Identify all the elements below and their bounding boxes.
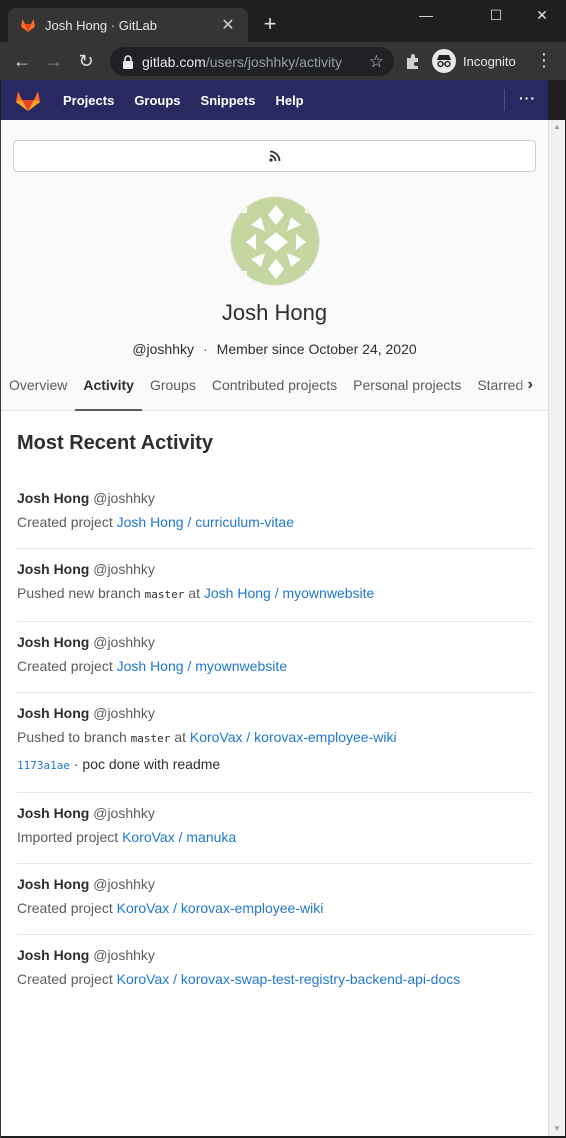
activity-event: Josh Hong @joshhky Created project KoroV… xyxy=(17,864,532,935)
page-content: Josh Hong @joshhky · Member since October … xyxy=(1,120,548,1136)
bookmark-star-icon[interactable]: ☆ xyxy=(369,52,384,72)
incognito-icon xyxy=(432,49,456,73)
profile-name: Josh Hong xyxy=(221,300,328,325)
activity-event: Josh Hong @joshhky Created project KoroV… xyxy=(17,935,532,1005)
event-author: Josh Hong @joshhky xyxy=(17,632,532,652)
project-link[interactable]: KoroVax / korovax-employee-wiki xyxy=(190,729,397,745)
browser-tab[interactable]: Josh Hong · GitLab ✕ xyxy=(8,8,248,42)
rss-icon xyxy=(268,150,280,162)
nav-projects[interactable]: Projects xyxy=(63,93,114,108)
new-tab-button[interactable]: + xyxy=(258,12,282,36)
project-link[interactable]: KoroVax / korovax-employee-wiki xyxy=(117,900,324,916)
event-author: Josh Hong @joshhky xyxy=(17,703,532,723)
gitlab-favicon-icon xyxy=(20,17,36,33)
event-author: Josh Hong @joshhky xyxy=(17,803,532,823)
member-since: Member since October 24, 2020 xyxy=(216,341,417,357)
scroll-up-icon[interactable]: ▲ xyxy=(553,122,561,131)
avatar xyxy=(230,196,320,286)
profile-header: Josh Hong @joshhky · Member since October … xyxy=(1,120,548,411)
extensions-icon[interactable] xyxy=(402,50,424,72)
close-tab-icon[interactable]: ✕ xyxy=(218,15,238,35)
gitlab-logo-icon[interactable] xyxy=(15,88,41,112)
commit-message: · poc done with readme xyxy=(73,756,221,772)
project-link[interactable]: KoroVax / korovax-swap-test-registry-bac… xyxy=(117,971,461,987)
activity-heading: Most Recent Activity xyxy=(17,432,213,454)
event-action: Created project Josh Hong / curriculum-v… xyxy=(17,514,295,530)
chevron-right-icon[interactable]: › xyxy=(518,370,548,400)
event-action: Created project KoroVax / korovax-employ… xyxy=(17,900,324,916)
tab-activity[interactable]: Activity xyxy=(75,370,142,411)
rss-button[interactable] xyxy=(13,140,536,172)
author-handle: @joshhky xyxy=(93,561,155,577)
author-link[interactable]: Josh Hong xyxy=(17,805,89,821)
scrollbar[interactable]: ▲ ▼ xyxy=(548,120,565,1136)
browser-tab-bar: Josh Hong · GitLab ✕ + — ☐ ✕ xyxy=(0,0,566,42)
more-icon[interactable]: ··· xyxy=(519,90,536,106)
project-link[interactable]: Josh Hong / myownwebsite xyxy=(204,585,374,601)
activity-event: Josh Hong @joshhky Pushed to branch mast… xyxy=(17,693,532,793)
author-handle: @joshhky xyxy=(93,490,155,506)
window-close-icon[interactable]: ✕ xyxy=(522,4,562,26)
author-link[interactable]: Josh Hong xyxy=(17,561,89,577)
author-handle: @joshhky xyxy=(93,705,155,721)
nav-help[interactable]: Help xyxy=(275,93,303,108)
author-link[interactable]: Josh Hong xyxy=(17,705,89,721)
event-action: Pushed to branch master at KoroVax / kor… xyxy=(17,729,397,745)
author-handle: @joshhky xyxy=(93,876,155,892)
author-link[interactable]: Josh Hong xyxy=(17,490,89,506)
author-link[interactable]: Josh Hong xyxy=(17,876,89,892)
activity-feed: Most Recent Activity Josh Hong @joshhky … xyxy=(17,411,532,1005)
browser-menu-icon[interactable]: ⋮ xyxy=(534,50,554,71)
scroll-down-icon[interactable]: ▼ xyxy=(553,1124,561,1133)
activity-event: Josh Hong @joshhky Imported project Koro… xyxy=(17,793,532,864)
nav-groups[interactable]: Groups xyxy=(134,93,180,108)
project-link[interactable]: Josh Hong / curriculum-vitae xyxy=(117,514,294,530)
author-handle: @joshhky xyxy=(93,805,155,821)
gitlab-header: Projects Groups Snippets Help ··· xyxy=(1,80,548,120)
header-divider xyxy=(504,89,505,111)
activity-event: Josh Hong @joshhky Created project Josh … xyxy=(17,478,532,549)
forward-icon[interactable]: → xyxy=(42,50,66,72)
tab-contributed-projects[interactable]: Contributed projects xyxy=(204,370,345,411)
tab-title: Josh Hong · GitLab xyxy=(45,17,158,33)
author-link[interactable]: Josh Hong xyxy=(17,947,89,963)
address-bar[interactable]: gitlab.com/users/joshhky/activity ☆ xyxy=(110,47,394,76)
tab-groups[interactable]: Groups xyxy=(142,370,204,411)
event-action: Created project KoroVax / korovax-swap-t… xyxy=(17,971,461,987)
author-handle: @joshhky xyxy=(93,947,155,963)
author-link[interactable]: Josh Hong xyxy=(17,634,89,650)
event-action: Created project Josh Hong / myownwebsite xyxy=(17,658,288,674)
minimize-icon[interactable]: — xyxy=(406,4,446,26)
branch-link[interactable]: master xyxy=(145,588,185,601)
author-handle: @joshhky xyxy=(93,634,155,650)
commit-sha-link[interactable]: 1173a1ae xyxy=(17,759,70,772)
activity-event: Josh Hong @joshhky Created project Josh … xyxy=(17,622,532,693)
event-author: Josh Hong @joshhky xyxy=(17,488,532,508)
tab-personal-projects[interactable]: Personal projects xyxy=(345,370,469,411)
back-icon[interactable]: ← xyxy=(10,50,34,72)
profile-tabs: Overview Activity Groups Contributed pro… xyxy=(1,370,548,411)
event-author: Josh Hong @joshhky xyxy=(17,874,532,894)
event-commit: 1173a1ae · poc done with readme xyxy=(17,754,532,776)
gitlab-main-nav: Projects Groups Snippets Help xyxy=(63,93,324,108)
event-author: Josh Hong @joshhky xyxy=(17,559,532,579)
branch-link[interactable]: master xyxy=(131,732,171,745)
event-author: Josh Hong @joshhky xyxy=(17,945,532,965)
url-text: gitlab.com/users/joshhky/activity xyxy=(142,53,342,70)
project-link[interactable]: KoroVax / manuka xyxy=(122,829,236,845)
incognito-label: Incognito xyxy=(463,53,516,69)
reload-icon[interactable]: ↻ xyxy=(74,50,98,72)
browser-toolbar: ← → ↻ gitlab.com/users/joshhky/activity … xyxy=(0,42,566,80)
event-action: Pushed new branch master at Josh Hong / … xyxy=(17,585,375,601)
incognito-indicator[interactable]: Incognito xyxy=(432,49,516,73)
lock-icon xyxy=(122,54,134,69)
profile-meta: @joshhky · Member since October 24, 2020 xyxy=(132,341,417,357)
nav-snippets[interactable]: Snippets xyxy=(201,93,256,108)
tab-overview[interactable]: Overview xyxy=(1,370,75,411)
activity-event: Josh Hong @joshhky Pushed new branch mas… xyxy=(17,549,532,622)
event-action: Imported project KoroVax / manuka xyxy=(17,829,237,845)
project-link[interactable]: Josh Hong / myownwebsite xyxy=(117,658,287,674)
profile-handle: @joshhky xyxy=(132,341,194,357)
maximize-icon[interactable]: ☐ xyxy=(476,4,516,26)
